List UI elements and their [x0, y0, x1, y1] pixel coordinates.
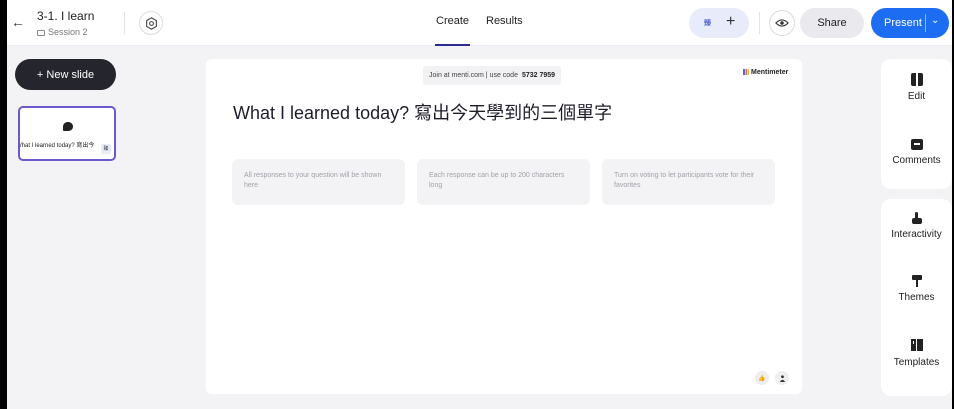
top-bar: ← 3-1. I learn Session 2 Create Results …	[7, 0, 952, 46]
comment-icon	[910, 139, 923, 150]
join-instructions: Join at menti.com | use code 5732 7959	[423, 66, 562, 85]
thumbs-up-icon[interactable]: 👍	[755, 371, 769, 385]
eye-icon[interactable]	[769, 10, 795, 36]
panel-edit[interactable]: Edit	[881, 73, 952, 102]
info-card: All responses to your question will be s…	[232, 159, 405, 205]
present-button[interactable]: Present ⌄	[871, 8, 949, 38]
folder-icon	[37, 29, 45, 36]
slide-thumbnail[interactable]: What I learned today? 寫出今 臻	[18, 106, 116, 161]
panel-label: Themes	[898, 292, 935, 303]
divider	[759, 12, 760, 34]
panel-comments[interactable]: Comments	[881, 139, 952, 166]
info-card: Each response can be up to 200 character…	[417, 159, 590, 205]
presentation-title[interactable]: 3-1. I learn	[37, 9, 94, 23]
pointer-hand-icon	[910, 211, 924, 224]
paint-roller-icon	[910, 274, 924, 287]
slide-canvas[interactable]: Join at menti.com | use code 5732 7959 M…	[206, 59, 802, 394]
slide-question[interactable]: What I learned today? 寫出今天學到的三個單字	[233, 99, 612, 125]
right-panel-top: Edit Comments	[881, 59, 952, 189]
thumbnail-title: What I learned today? 寫出今	[18, 143, 95, 149]
tab-results[interactable]: Results	[486, 15, 523, 27]
app-window: ← 3-1. I learn Session 2 Create Results …	[7, 0, 952, 409]
person-icon[interactable]	[775, 371, 789, 385]
gear-icon	[145, 16, 157, 30]
chevron-down-icon[interactable]: ⌄	[931, 15, 939, 26]
brand-name: Mentimeter	[751, 69, 789, 76]
divider	[925, 14, 926, 32]
info-card: Turn on voting to let participants vote …	[602, 159, 775, 205]
new-slide-button[interactable]: + New slide	[15, 59, 116, 90]
tab-create[interactable]: Create	[436, 15, 469, 27]
settings-icon[interactable]	[139, 11, 163, 35]
folder-breadcrumb[interactable]: Session 2	[37, 27, 88, 37]
speech-bubble-icon	[63, 122, 73, 131]
preview-eye-icon	[775, 19, 789, 27]
collaborators-group: 臻 +	[689, 8, 749, 38]
divider	[124, 12, 125, 34]
right-panel-bottom: Interactivity Themes Templates	[881, 199, 952, 396]
share-button[interactable]: Share	[800, 8, 864, 38]
thumbnail-badge: 臻	[101, 144, 111, 154]
panel-label: Interactivity	[891, 229, 942, 240]
mentimeter-logo: Mentimeter	[743, 69, 788, 76]
panel-interactivity[interactable]: Interactivity	[881, 211, 952, 240]
join-text: Join at menti.com | use code	[429, 72, 518, 79]
present-label: Present	[884, 17, 922, 29]
templates-icon	[910, 339, 924, 352]
person-glyph-icon	[779, 374, 785, 382]
folder-name: Session 2	[48, 27, 88, 37]
join-code: 5732 7959	[521, 72, 556, 79]
panel-themes[interactable]: Themes	[881, 274, 952, 303]
panel-templates[interactable]: Templates	[881, 339, 952, 368]
logo-bars-icon	[743, 69, 749, 76]
plus-icon[interactable]: +	[726, 13, 735, 31]
edit-panel-icon	[910, 73, 923, 86]
panel-label: Comments	[892, 155, 941, 166]
panel-label: Edit	[907, 91, 926, 102]
arrow-left-icon[interactable]: ←	[11, 12, 25, 32]
panel-label: Templates	[893, 357, 940, 368]
active-tab-indicator	[435, 44, 470, 46]
collaborator-avatar[interactable]: 臻	[704, 18, 711, 28]
